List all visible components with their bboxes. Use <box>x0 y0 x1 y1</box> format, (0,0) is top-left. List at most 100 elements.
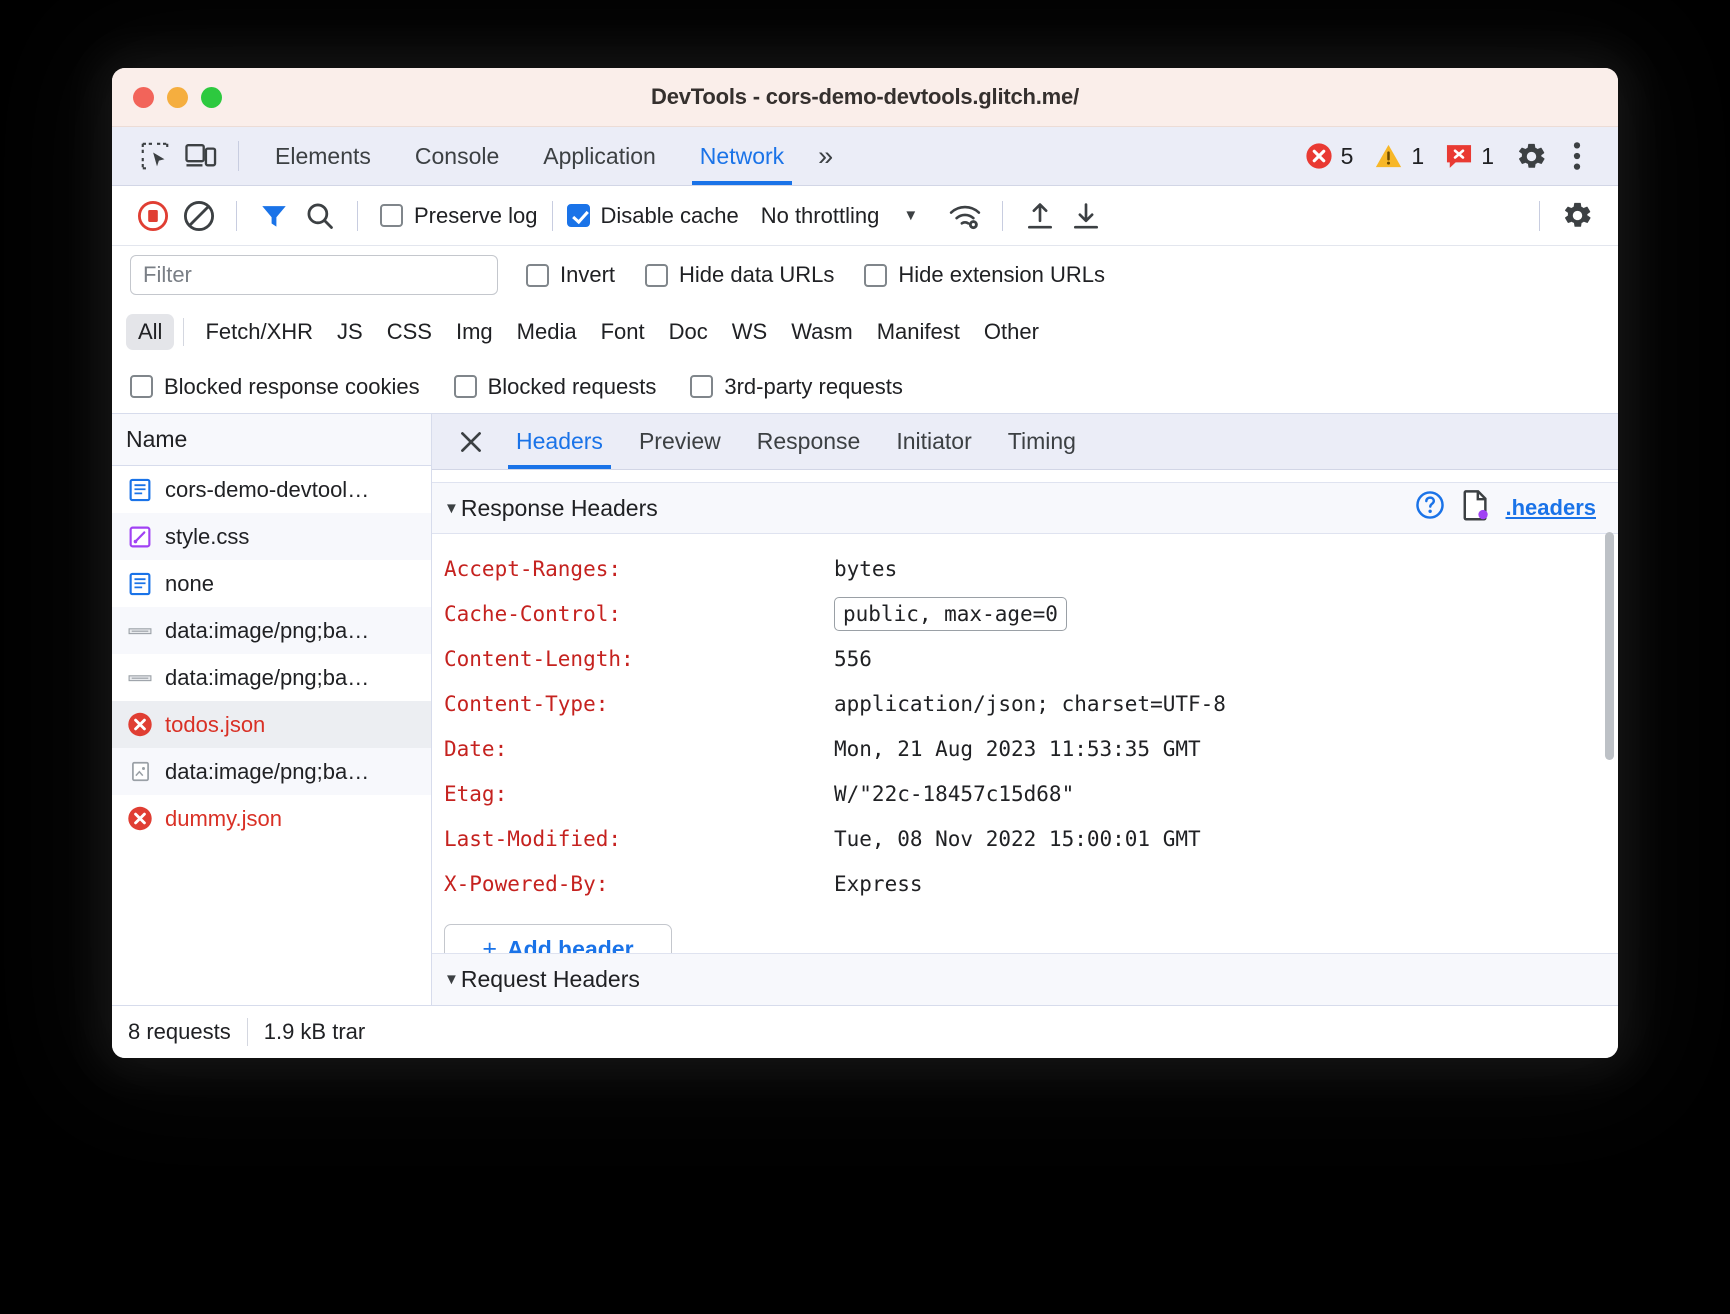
table-row[interactable]: data:image/png;ba… <box>112 654 431 701</box>
tab-console[interactable]: Console <box>393 128 521 185</box>
issues-counter[interactable]: 1 <box>1445 143 1494 170</box>
tab-network[interactable]: Network <box>678 128 806 185</box>
tab-response[interactable]: Response <box>739 414 879 469</box>
checkbox-box <box>645 264 668 287</box>
type-filter-doc[interactable]: Doc <box>657 314 720 350</box>
column-header-name[interactable]: Name <box>112 414 431 466</box>
checkbox-box <box>526 264 549 287</box>
tab-application[interactable]: Application <box>521 128 678 185</box>
kebab-menu-icon[interactable] <box>1554 133 1600 179</box>
hide-extension-urls-checkbox[interactable]: Hide extension URLs <box>864 262 1105 288</box>
table-row[interactable]: cors-demo-devtool… <box>112 466 431 513</box>
table-row[interactable]: none <box>112 560 431 607</box>
gear-icon[interactable] <box>1508 133 1554 179</box>
response-headers-section-header[interactable]: ▼ Response Headers <box>432 482 1618 534</box>
type-filter-ws[interactable]: WS <box>720 314 779 350</box>
clear-icon[interactable] <box>176 193 222 239</box>
tab-timing[interactable]: Timing <box>990 414 1094 469</box>
invert-checkbox[interactable]: Invert <box>526 262 615 288</box>
error-counter[interactable]: 5 <box>1305 142 1354 170</box>
header-value[interactable]: Express <box>834 872 923 896</box>
record-stop-icon[interactable] <box>130 193 176 239</box>
network-toolbar: Preserve log Disable cache No throttling… <box>112 186 1618 246</box>
request-headers-section-header[interactable]: ▼ Request Headers <box>432 953 1618 1005</box>
header-name: Cache-Control: <box>444 602 834 626</box>
header-value-editable[interactable]: public, max-age=0 <box>834 597 1067 631</box>
preserve-log-checkbox[interactable]: Preserve log <box>380 203 538 229</box>
type-filter-css[interactable]: CSS <box>375 314 444 350</box>
resource-type-filters: All Fetch/XHR JS CSS Img Media Font Doc … <box>112 304 1618 360</box>
detail-tab-bar: Headers Preview Response Initiator Timin… <box>432 414 1618 470</box>
network-settings-gear-icon[interactable] <box>1554 193 1600 239</box>
wifi-settings-icon[interactable] <box>942 193 988 239</box>
third-party-requests-checkbox[interactable]: 3rd-party requests <box>690 374 903 400</box>
header-value[interactable]: application/json; charset=UTF-8 <box>834 692 1226 716</box>
request-list-panel: Name cors-demo-devtool… <box>112 414 432 1005</box>
checkbox-box <box>567 204 590 227</box>
help-circle-icon[interactable] <box>1415 490 1445 526</box>
zoom-window-button[interactable] <box>201 87 222 108</box>
disable-cache-checkbox[interactable]: Disable cache <box>567 203 739 229</box>
close-icon[interactable] <box>450 421 492 463</box>
table-row[interactable]: style.css <box>112 513 431 560</box>
header-value[interactable]: Tue, 08 Nov 2022 15:00:01 GMT <box>834 827 1201 851</box>
tab-preview[interactable]: Preview <box>621 414 739 469</box>
device-toolbar-icon[interactable] <box>178 133 224 179</box>
blocked-requests-checkbox[interactable]: Blocked requests <box>454 374 657 400</box>
type-filter-media[interactable]: Media <box>505 314 589 350</box>
type-filter-other[interactable]: Other <box>972 314 1051 350</box>
checkbox-box <box>454 375 477 398</box>
header-name: Last-Modified: <box>444 827 834 851</box>
header-value[interactable]: Mon, 21 Aug 2023 11:53:35 GMT <box>834 737 1201 761</box>
type-filter-js[interactable]: JS <box>325 314 375 350</box>
minimize-window-button[interactable] <box>167 87 188 108</box>
headers-override-file-icon[interactable] <box>1461 489 1490 527</box>
tab-initiator[interactable]: Initiator <box>878 414 989 469</box>
table-row[interactable]: todos.json <box>112 701 431 748</box>
type-filter-manifest[interactable]: Manifest <box>865 314 972 350</box>
type-filter-fetch-xhr[interactable]: Fetch/XHR <box>193 314 325 350</box>
header-name: Date: <box>444 737 834 761</box>
search-input[interactable] <box>130 255 498 295</box>
table-row[interactable]: dummy.json <box>112 795 431 842</box>
status-divider <box>247 1018 248 1046</box>
header-value[interactable]: W/"22c-18457c15d68" <box>834 782 1074 806</box>
issue-counters: 5 1 1 <box>1305 142 1508 170</box>
close-window-button[interactable] <box>133 87 154 108</box>
error-circle-icon <box>127 806 153 832</box>
table-row[interactable]: data:image/png;ba… <box>112 607 431 654</box>
hide-data-urls-checkbox[interactable]: Hide data URLs <box>645 262 834 288</box>
transferred-size: 1.9 kB trar <box>264 1019 365 1045</box>
warning-counter[interactable]: 1 <box>1374 142 1424 170</box>
error-circle-icon <box>1305 142 1333 170</box>
inspect-element-icon[interactable] <box>132 133 178 179</box>
table-row[interactable]: data:image/png;ba… <box>112 748 431 795</box>
headers-content: ▼ Response Headers <box>432 470 1618 1005</box>
tab-headers[interactable]: Headers <box>498 414 621 469</box>
type-filter-img[interactable]: Img <box>444 314 505 350</box>
filter-icon[interactable] <box>251 193 297 239</box>
warning-triangle-icon <box>1374 142 1403 170</box>
request-name: none <box>165 571 214 597</box>
detail-scrollbar[interactable] <box>1605 532 1614 760</box>
chevron-down-icon[interactable]: ▼ <box>903 207 918 224</box>
invert-label: Invert <box>560 262 615 288</box>
devtools-tab-bar: Elements Console Application Network » 5 <box>112 127 1618 186</box>
headers-override-link[interactable]: .headers <box>1506 495 1597 521</box>
triangle-down-icon[interactable]: ▼ <box>444 971 459 988</box>
type-filter-wasm[interactable]: Wasm <box>779 314 865 350</box>
search-icon[interactable] <box>297 193 343 239</box>
throttling-select-value[interactable]: No throttling <box>761 203 880 229</box>
header-value[interactable]: 556 <box>834 647 872 671</box>
triangle-down-icon[interactable]: ▼ <box>444 500 459 517</box>
tab-elements[interactable]: Elements <box>253 128 393 185</box>
header-value[interactable]: bytes <box>834 557 897 581</box>
blocked-response-cookies-checkbox[interactable]: Blocked response cookies <box>130 374 420 400</box>
download-har-icon[interactable] <box>1063 193 1109 239</box>
type-filter-all[interactable]: All <box>126 314 174 350</box>
header-row: Date: Mon, 21 Aug 2023 11:53:35 GMT <box>432 726 1618 771</box>
upload-har-icon[interactable] <box>1017 193 1063 239</box>
type-filter-font[interactable]: Font <box>589 314 657 350</box>
more-tabs-icon[interactable]: » <box>806 141 845 172</box>
document-icon <box>127 477 153 503</box>
